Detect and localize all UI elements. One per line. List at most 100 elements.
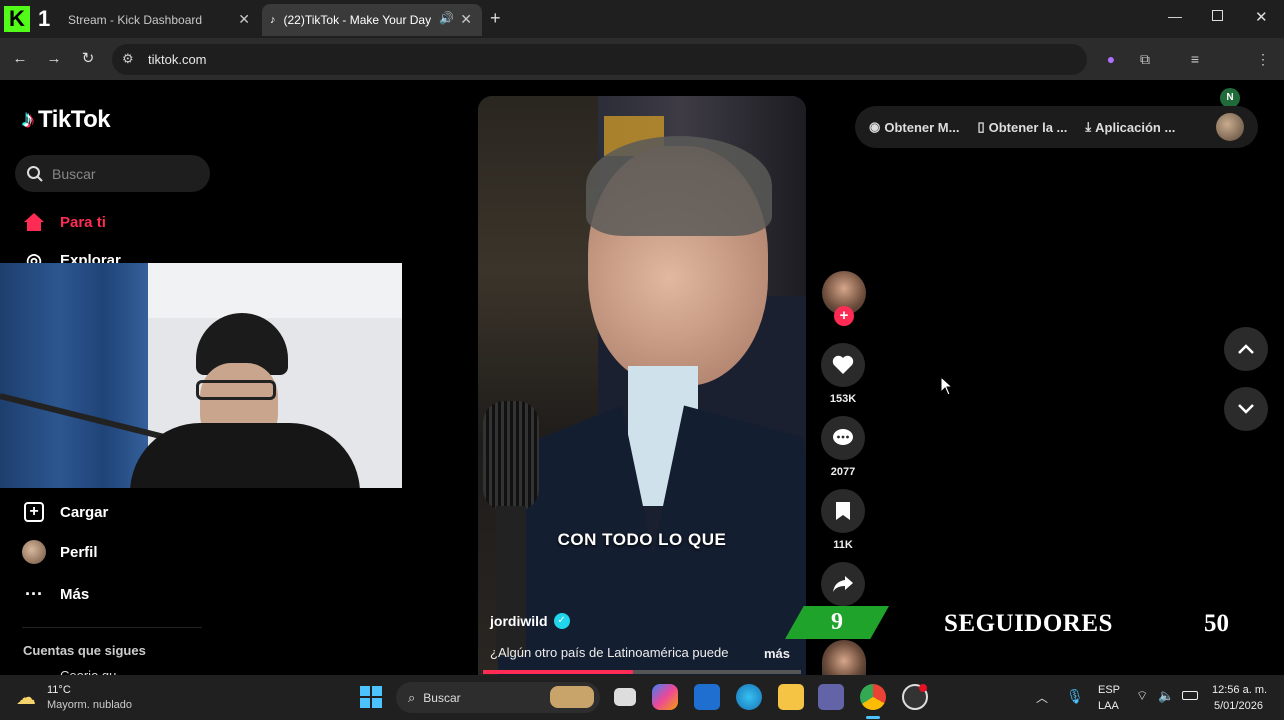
speaker-hair (586, 136, 772, 236)
forward-button[interactable]: → (44, 49, 64, 69)
person-glasses (196, 380, 276, 400)
next-video-button[interactable] (1224, 387, 1268, 431)
task-view-icon[interactable] (614, 688, 636, 706)
reload-button[interactable]: ↻ (78, 49, 98, 69)
chevron-up-icon (1238, 344, 1254, 354)
lang-bottom[interactable]: LAA (1098, 700, 1119, 712)
extension-orb-icon[interactable]: ● (1102, 50, 1120, 68)
get-coins-button[interactable]: Obtener M... (884, 120, 959, 135)
url-text[interactable]: tiktok.com (148, 52, 207, 67)
tiktok-note-icon: ♪ (22, 106, 34, 133)
save-button[interactable] (821, 489, 865, 533)
back-button[interactable]: ← (10, 49, 30, 69)
video-author[interactable]: jordiwild ✓ (490, 613, 570, 629)
search-input[interactable]: Buscar (15, 155, 210, 192)
stream-badge-icon[interactable]: 1 (38, 6, 60, 32)
followers-goal: 50 (1204, 610, 1229, 637)
active-app-indicator (866, 716, 880, 719)
minimize-button[interactable]: — (1168, 8, 1182, 24)
mouse-cursor-icon (940, 376, 954, 396)
profile-avatar[interactable]: N (1220, 88, 1240, 108)
speaker-icon[interactable]: 🔊 (439, 11, 454, 25)
chevron-down-icon (1238, 404, 1254, 414)
edge-icon[interactable] (736, 684, 762, 710)
user-avatar[interactable] (1216, 113, 1244, 141)
previous-video-button[interactable] (1224, 327, 1268, 371)
comment-icon (833, 429, 853, 445)
start-button[interactable] (360, 686, 382, 708)
obs-record-dot (919, 684, 927, 692)
clock-date[interactable]: 5/01/2026 (1214, 700, 1263, 712)
verified-icon: ✓ (553, 613, 570, 629)
file-explorer-icon[interactable] (778, 684, 804, 710)
search-placeholder: Buscar (52, 165, 96, 182)
follow-plus-icon[interactable]: + (834, 306, 854, 326)
copilot-icon[interactable] (652, 684, 678, 710)
site-info-icon[interactable]: ⚙ (122, 51, 134, 67)
tab-title: (22)TikTok - Make Your Day (283, 13, 432, 27)
new-tab-button[interactable]: + (490, 8, 501, 29)
clock-time[interactable]: 12:56 a. m. (1212, 684, 1267, 696)
taskbar-search-label: Buscar (423, 690, 461, 705)
volume-icon[interactable]: 🔈 (1158, 688, 1174, 704)
wifi-icon[interactable]: ⌔ (1136, 688, 1148, 704)
video-player[interactable]: CON TODO LO QUE jordiwild ✓ ¿Algún otro … (478, 96, 806, 676)
search-highlight-icon (550, 686, 594, 708)
sidebar-item-label: Más (60, 585, 90, 603)
like-button[interactable] (821, 343, 865, 387)
battery-icon[interactable] (1182, 691, 1198, 700)
media-queue-icon[interactable]: ≡ (1186, 50, 1204, 68)
comment-button[interactable] (821, 416, 865, 460)
close-icon[interactable]: ✕ (238, 11, 250, 28)
webcam-overlay (0, 263, 402, 488)
restore-button[interactable] (1212, 10, 1223, 21)
address-bar[interactable]: ⚙ tiktok.com (112, 44, 1087, 75)
sidebar-item-perfil[interactable]: Perfil (22, 540, 98, 564)
tiktok-logo[interactable]: ♪ TikTok (22, 106, 111, 134)
outlook-icon[interactable] (694, 684, 720, 710)
close-icon[interactable]: ✕ (460, 11, 472, 28)
video-description: ¿Algún otro país de Latinoamérica puede (490, 645, 729, 660)
next-creator-avatar[interactable] (822, 640, 866, 675)
desktop-app-button[interactable]: Aplicación ... (1095, 120, 1175, 135)
browser-tab-strip: K 1 Stream - Kick Dashboard ✕ ♪ (22)TikT… (0, 0, 1284, 38)
sidebar-item-cargar[interactable]: + Cargar (22, 500, 108, 524)
chevron-up-icon[interactable]: ︿ (1036, 689, 1048, 706)
sidebar-item-para-ti[interactable]: Para ti (22, 210, 106, 234)
kick-logo[interactable]: K (4, 6, 30, 32)
chrome-icon[interactable] (860, 684, 886, 710)
like-count: 153K (829, 393, 857, 405)
heart-icon (832, 355, 854, 374)
tiktok-wordmark: TikTok (38, 106, 111, 133)
author-name[interactable]: jordiwild (490, 613, 548, 629)
close-window-button[interactable]: ✕ (1255, 8, 1268, 26)
home-icon (22, 210, 46, 234)
bookmark-icon (836, 502, 850, 520)
tab-kick-dashboard[interactable]: Stream - Kick Dashboard ✕ (60, 4, 260, 36)
sidebar-item-mas[interactable]: ··· Más (22, 582, 89, 606)
curtain (0, 263, 148, 488)
top-actions-bar: ◉ Obtener M... ▯ Obtener la ... ⤓ Aplica… (855, 106, 1258, 148)
microphone-icon[interactable]: 🎙 (1066, 688, 1084, 705)
extensions-icon[interactable]: ⧉ (1136, 50, 1154, 68)
search-icon (27, 165, 43, 182)
microphone (483, 401, 539, 511)
teams-icon[interactable] (818, 684, 844, 710)
weather-desc[interactable]: Mayorm. nublado (47, 699, 132, 711)
menu-kebab-icon[interactable]: ⋮ (1254, 50, 1272, 68)
share-button[interactable] (821, 562, 865, 606)
get-app-button[interactable]: Obtener la ... (989, 120, 1068, 135)
followers-label: SEGUIDORES (944, 610, 1113, 637)
weather-cloud-icon[interactable]: ☁ (16, 685, 36, 710)
tab-tiktok[interactable]: ♪ (22)TikTok - Make Your Day 🔊 ✕ (262, 4, 482, 36)
lang-top[interactable]: ESP (1098, 684, 1120, 696)
description-more-link[interactable]: más (764, 646, 790, 661)
taskbar-search[interactable]: ⌕ Buscar (396, 682, 600, 713)
sidebar-item-label: Perfil (60, 543, 98, 561)
following-heading: Cuentas que sigues (23, 643, 146, 658)
weather-temp[interactable]: 11°C (47, 684, 71, 696)
avatar-icon (22, 540, 46, 564)
mic-stand (496, 506, 526, 656)
tiktok-favicon-icon: ♪ (270, 14, 276, 26)
sidebar-item-label: Cargar (60, 503, 109, 521)
